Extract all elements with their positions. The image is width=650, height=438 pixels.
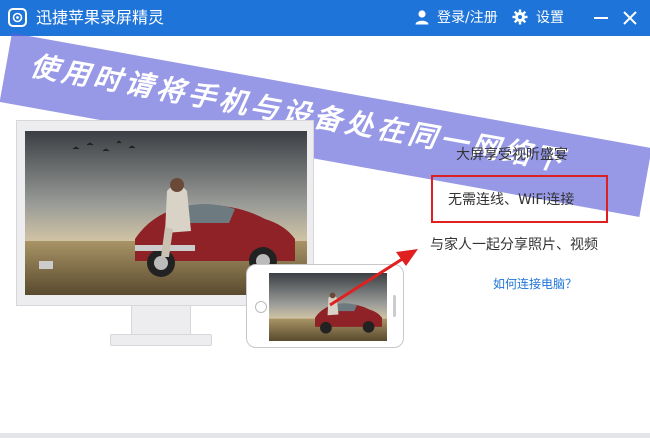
gear-icon[interactable] [512, 9, 528, 25]
feature-wifi: 无需连线、WiFi连接 [448, 192, 575, 208]
monitor-stand-base [110, 334, 212, 346]
phone-home-button [255, 301, 267, 313]
title-bar: 迅捷苹果录屏精灵 登录/注册 设置 [0, 0, 650, 36]
feature-big-screen: 大屏享受视听盛宴 [456, 147, 568, 163]
app-title: 迅捷苹果录屏精灵 [36, 8, 165, 27]
login-register-link[interactable]: 登录/注册 [437, 9, 498, 27]
feature-share: 与家人一起分享照片、视频 [430, 237, 598, 253]
minimize-button[interactable] [592, 10, 610, 26]
user-icon[interactable] [414, 9, 430, 25]
how-to-connect-link[interactable]: 如何连接电脑？ [493, 276, 577, 292]
close-icon[interactable] [620, 8, 640, 28]
bottom-divider [0, 433, 650, 438]
app-logo-icon [8, 8, 27, 27]
settings-link[interactable]: 设置 [536, 9, 564, 27]
monitor-stand-neck [131, 306, 191, 336]
